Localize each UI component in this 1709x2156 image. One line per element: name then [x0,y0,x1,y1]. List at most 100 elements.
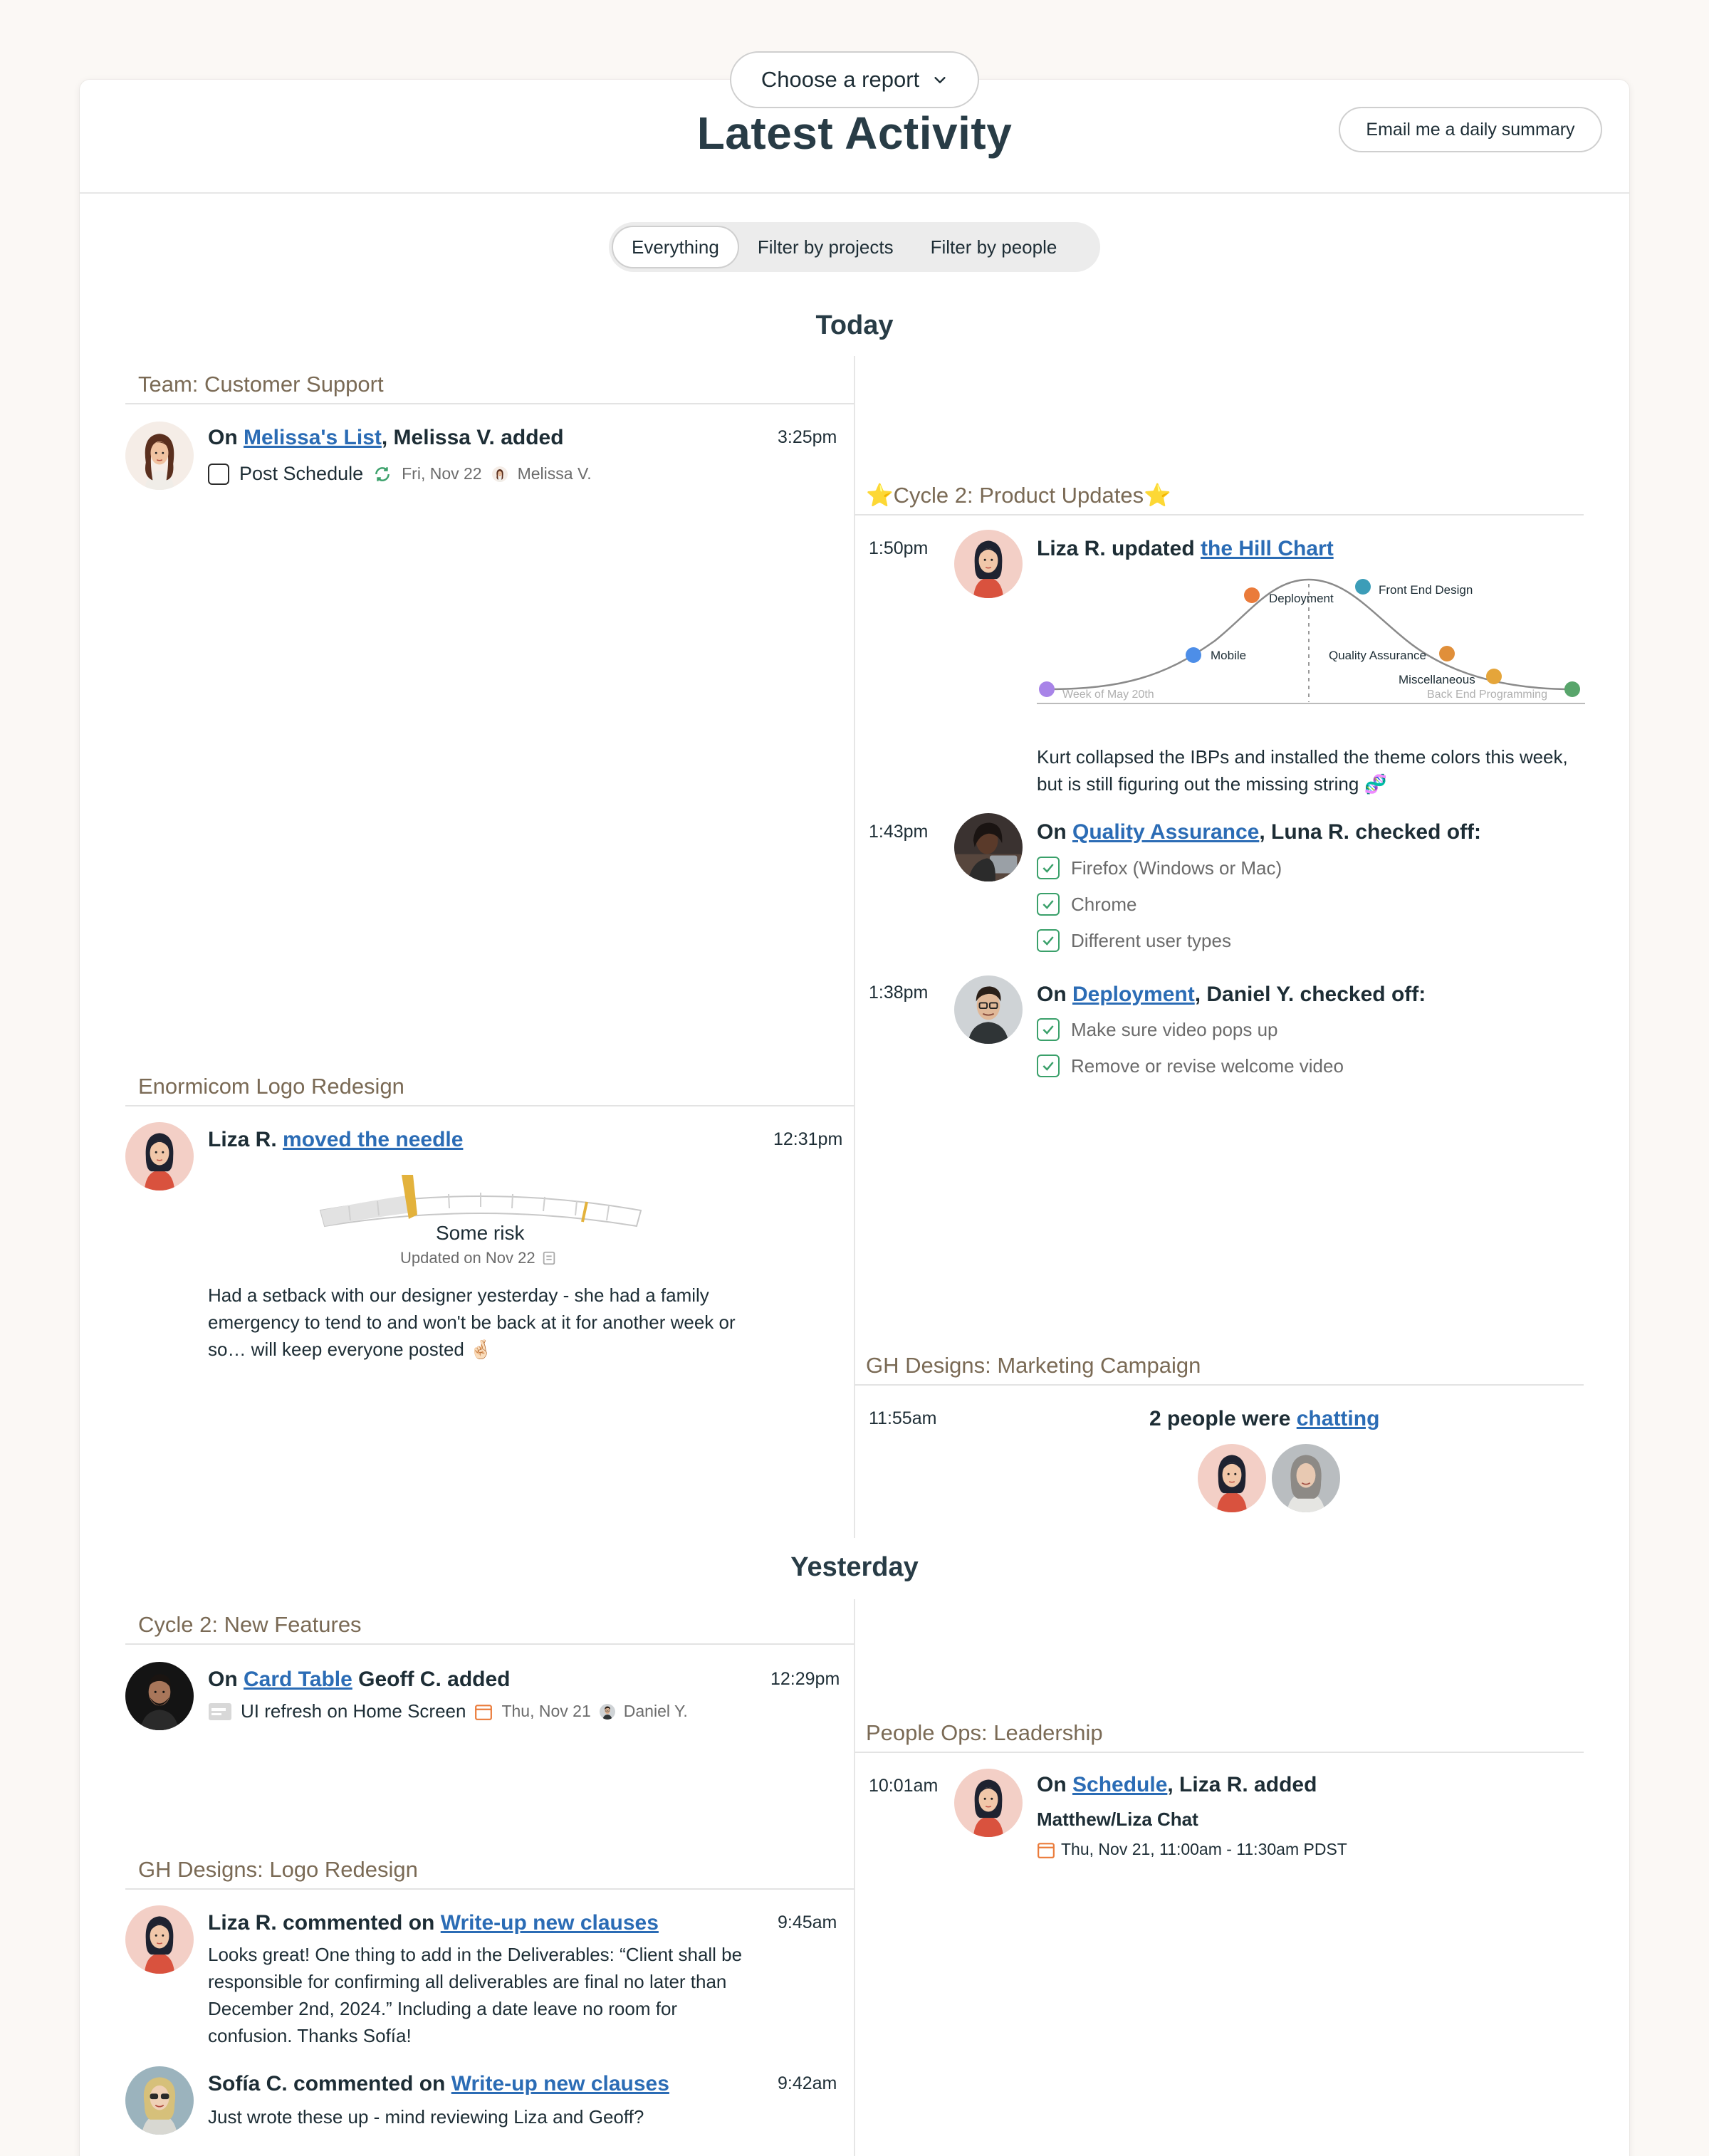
write-up-clauses-link[interactable]: Write-up new clauses [451,2072,669,2095]
headline-prefix: On [1037,820,1072,844]
gauge-label: Some risk [436,1222,525,1244]
activity-headline: Liza R. moved the needle [208,1128,463,1152]
todo-title[interactable]: Post Schedule [239,463,363,485]
timestamp: 1:50pm [869,538,929,558]
headline-prefix: Sofía C. commented on [208,2072,451,2095]
hill-label: Quality Assurance [1329,649,1426,662]
avatar[interactable] [1198,1444,1266,1512]
hill-dot[interactable] [1244,587,1260,603]
project-label[interactable]: GH Designs: Marketing Campaign [854,1350,1584,1386]
gauge-note: Had a setback with our designer yesterda… [208,1284,736,1360]
headline-prefix: 2 people were [1149,1407,1297,1430]
choose-report-button[interactable]: Choose a report [730,51,979,108]
todo-date: Fri, Nov 22 [402,464,482,483]
actor-name: Liza R. [208,1128,283,1151]
chevron-down-icon [934,77,946,83]
card-table-link[interactable]: Card Table [244,1668,352,1691]
card-title: UI refresh on Home Screen [241,1700,466,1722]
headline-prefix: Liza R. commented on [208,1911,441,1935]
moved-needle-link[interactable]: moved the needle [283,1128,463,1151]
avatar[interactable] [125,2066,194,2135]
day-heading-yesterday: Yesterday [790,1552,919,1582]
timestamp: 9:45am [778,1912,837,1932]
melissas-list-link[interactable]: Melissa's List [244,426,382,449]
activity-headline: Sofía C. commented on Write-up new claus… [208,2072,669,2096]
hill-dot[interactable] [1039,681,1055,697]
repeat-icon [375,466,390,481]
project-label[interactable]: Enormicom Logo Redesign [125,1071,854,1106]
project-label[interactable]: GH Designs: Logo Redesign [125,1854,854,1890]
checked-item-label: Make sure video pops up [1071,1018,1278,1040]
document-icon [543,1251,555,1265]
avatar[interactable] [954,1769,1023,1837]
email-summary-button[interactable]: Email me a daily summary [1339,107,1602,152]
headline-prefix: On [1037,1773,1072,1796]
headline-prefix: Liza R. updated [1037,537,1201,560]
hill-dot[interactable] [1355,579,1371,595]
quality-assurance-link[interactable]: Quality Assurance [1072,820,1259,844]
checked-item-label: Remove or revise welcome video [1071,1055,1344,1077]
tab-everything[interactable]: Everything [612,226,739,268]
hill-label: Back End Programming [1427,689,1547,701]
activity-headline: On Quality Assurance, Luna R. checked of… [1037,820,1481,844]
avatar[interactable] [125,1662,194,1730]
activity-headline: On Schedule, Liza R. added [1037,1773,1317,1797]
todo-checkbox[interactable] [208,463,229,485]
avatar[interactable] [125,422,194,490]
card-date: Thu, Nov 21 [501,1702,591,1720]
headline-suffix: , Melissa V. added [381,426,564,449]
timestamp: 11:55am [869,1408,937,1428]
checked-item[interactable]: Firefox (Windows or Mac) [1037,857,1282,879]
hill-chart[interactable]: Deployment Front End Design Mobile Quali… [1037,562,1585,712]
schedule-link[interactable]: Schedule [1072,1773,1167,1796]
hill-label: Week of May 20th [1062,689,1154,701]
hill-dot[interactable] [1439,646,1455,661]
activity-headline: Liza R. updated the Hill Chart [1037,537,1334,561]
chatting-link[interactable]: chatting [1297,1407,1380,1430]
checked-item[interactable]: Remove or revise welcome video [1037,1055,1344,1077]
timestamp: 1:43pm [869,822,929,842]
checked-item[interactable]: Make sure video pops up [1037,1018,1278,1041]
hill-label: Deployment [1269,592,1334,605]
hill-label: Front End Design [1379,583,1473,597]
write-up-clauses-link[interactable]: Write-up new clauses [441,1911,659,1935]
hill-chart-link[interactable]: the Hill Chart [1201,537,1334,560]
hill-dot[interactable] [1486,669,1502,684]
assignee-name: Daniel Y. [623,1702,688,1720]
card-item[interactable]: UI refresh on Home Screen Thu, Nov 21 Da… [208,1700,688,1722]
assignee-avatar [492,466,508,482]
checked-item[interactable]: Chrome [1037,893,1136,916]
avatar[interactable] [954,813,1023,881]
event-time-text: Thu, Nov 21, 11:00am - 11:30am PDST [1061,1840,1347,1858]
project-label[interactable]: Team: Customer Support [125,369,854,404]
event-title[interactable]: Matthew/Liza Chat [1037,1809,1198,1831]
timestamp: 10:01am [869,1776,939,1796]
headline-suffix: Geoff C. added [352,1668,511,1691]
avatar[interactable] [1272,1444,1340,1512]
avatar[interactable] [954,975,1023,1044]
avatar[interactable] [125,1122,194,1190]
tab-filter-projects[interactable]: Filter by projects [739,226,912,268]
hill-label: Miscellaneous [1399,673,1475,686]
timestamp: 12:31pm [773,1129,843,1149]
checked-item-label: Chrome [1071,893,1137,915]
assignee-name: Melissa V. [517,464,592,483]
avatar[interactable] [125,1905,194,1974]
checked-item[interactable]: Different user types [1037,929,1231,952]
project-label[interactable]: People Ops: Leadership [854,1717,1584,1753]
hill-dot[interactable] [1186,647,1201,663]
checked-item-label: Firefox (Windows or Mac) [1071,857,1282,879]
header-divider [80,192,1629,194]
day-heading-today: Today [815,310,894,340]
activity-headline: On Deployment, Daniel Y. checked off: [1037,983,1426,1007]
headline-suffix: , Liza R. added [1167,1773,1317,1796]
hill-dot[interactable] [1564,681,1580,697]
headline-prefix: On [208,426,244,449]
checked-icon [1037,857,1060,879]
tab-filter-people[interactable]: Filter by people [912,226,1076,268]
project-label[interactable]: Cycle 2: New Features [125,1609,854,1645]
deployment-link[interactable]: Deployment [1072,983,1195,1006]
project-label[interactable]: ⭐Cycle 2: Product Updates⭐ [854,480,1584,516]
gauge-updated-text: Updated on Nov 22 [400,1249,535,1267]
avatar[interactable] [954,530,1023,598]
